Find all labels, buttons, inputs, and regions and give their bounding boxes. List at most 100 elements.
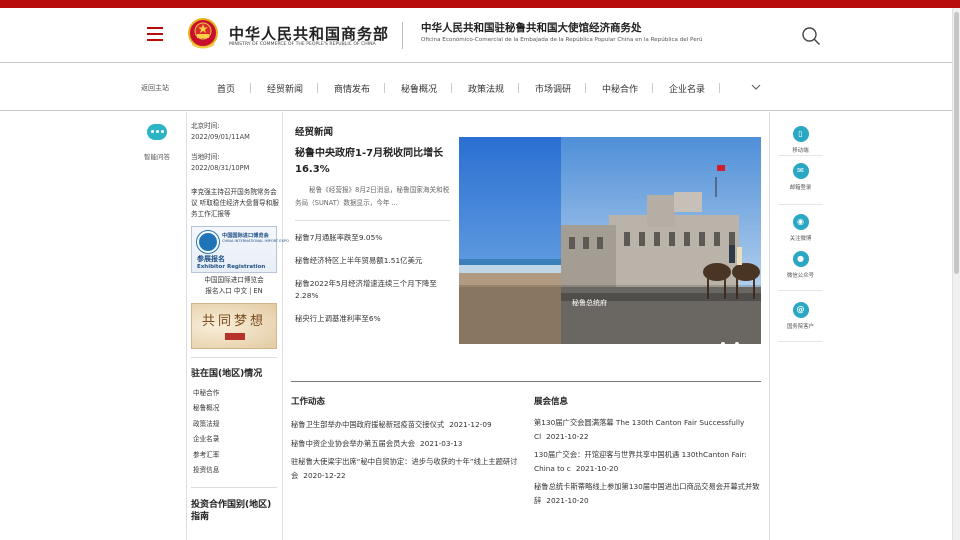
scrollbar-thumb[interactable] bbox=[954, 12, 959, 274]
exhibition-item[interactable]: 第130届广交会圆满落幕 The 130th Canton Fair Succe… bbox=[534, 416, 760, 443]
share-wechat-label: 微信公众号 bbox=[787, 273, 814, 279]
country-link-policy[interactable]: 政策法规 bbox=[191, 417, 281, 432]
trade-news-heading[interactable]: 经贸新闻 bbox=[295, 124, 333, 138]
work-news-date: 2021-03-13 bbox=[420, 438, 463, 448]
carousel-photo bbox=[459, 137, 761, 344]
mail-icon[interactable]: ✉ bbox=[792, 163, 809, 179]
nav-item-trade-news[interactable]: 经贸新闻 bbox=[267, 82, 303, 95]
ciie-caption-line1: 中国国际进口博览会 bbox=[204, 276, 264, 284]
work-news-item[interactable]: 秘鲁卫生部举办中国政府援秘新冠疫苗交接仪式 2021-12-09 bbox=[291, 418, 519, 432]
ciie-signup-en: Exhibitor Registration bbox=[197, 264, 266, 270]
news-item[interactable]: 秘鲁经济特区上半年贸易额1.51亿美元 bbox=[295, 255, 453, 267]
common-dream-title: 共同梦想 bbox=[202, 314, 267, 329]
nav-item-market-research[interactable]: 市场调研 bbox=[535, 82, 571, 95]
red-seal-icon bbox=[225, 333, 245, 340]
carousel-caption: 秘鲁总统府 bbox=[572, 299, 607, 307]
share-mail[interactable]: ✉ 邮箱登录 bbox=[778, 163, 823, 205]
chat-bubble-icon[interactable] bbox=[147, 124, 167, 140]
carousel-pager bbox=[721, 333, 761, 344]
ciie-zh-link[interactable]: 中文 bbox=[234, 287, 247, 295]
exhibition-item[interactable]: 130届广交会：开馆迎客与世界共享中国机遇 130thCanton Fair: … bbox=[534, 448, 760, 475]
news-item[interactable]: 秘央行上调基准利率至6% bbox=[295, 313, 453, 325]
share-state-council-label: 国务院客户 bbox=[787, 324, 814, 330]
nav-separator bbox=[250, 83, 251, 93]
investment-guide-title[interactable]: 投资合作国别(地区)指南 bbox=[191, 487, 277, 523]
chevron-down-icon[interactable] bbox=[750, 81, 762, 93]
lead-news-title[interactable]: 秘鲁中央政府1-7月税收同比增长16.3% bbox=[295, 146, 450, 178]
carousel-dot[interactable] bbox=[735, 341, 740, 344]
nav-back-to-main-site[interactable]: 返回主站 bbox=[141, 83, 169, 93]
work-news-title[interactable]: 工作动态 bbox=[291, 395, 325, 407]
ciie-entry-text: 报名入口 bbox=[205, 287, 232, 295]
nav-item-peru-overview[interactable]: 秘鲁概况 bbox=[401, 82, 437, 95]
share-weibo-label: 关注微博 bbox=[789, 236, 812, 242]
exhibition-info-title[interactable]: 展会信息 bbox=[534, 395, 568, 407]
nav-item-directory[interactable]: 企业名录 bbox=[669, 82, 705, 95]
top-red-bar bbox=[0, 0, 960, 8]
main-nav: 返回主站 首页 经贸新闻 商情发布 秘鲁概况 政策法规 市场调研 中秘合作 企业… bbox=[0, 63, 960, 111]
national-emblem-icon[interactable] bbox=[188, 18, 218, 50]
page-scrollbar[interactable] bbox=[952, 8, 960, 540]
news-item[interactable]: 秘鲁7月通胀率跌至9.05% bbox=[295, 232, 453, 244]
local-time-label: 当地时间: bbox=[191, 153, 220, 161]
exhibition-list: 第130届广交会圆满落幕 The 130th Canton Fair Succe… bbox=[534, 416, 760, 512]
common-dream-banner[interactable]: 共同梦想 bbox=[191, 303, 277, 349]
work-news-text: 秘鲁卫生部举办中国政府援秘新冠疫苗交接仪式 bbox=[291, 420, 445, 429]
weibo-icon[interactable]: ◉ bbox=[792, 214, 809, 230]
column-divider bbox=[282, 112, 283, 540]
country-link-overview[interactable]: 秘鲁概况 bbox=[191, 401, 281, 416]
column-divider bbox=[186, 112, 187, 540]
hamburger-menu-icon[interactable] bbox=[147, 27, 163, 41]
at-icon[interactable]: @ bbox=[792, 302, 809, 318]
work-news-text: 秘鲁中资企业协会举办第五届会员大会 bbox=[291, 438, 416, 448]
nav-item-business-info[interactable]: 商情发布 bbox=[334, 82, 370, 95]
carousel-dot[interactable] bbox=[721, 341, 725, 344]
section-divider bbox=[291, 381, 761, 382]
news-item[interactable]: 秘鲁2022年5月经济增速连续三个月下降至2.28% bbox=[295, 278, 453, 302]
smart-qa-tool[interactable]: 智能问答 bbox=[137, 124, 177, 161]
search-icon[interactable] bbox=[801, 26, 821, 46]
country-info-title: 驻在国(地区)情况 bbox=[191, 357, 277, 379]
work-news-list: 秘鲁卫生部举办中国政府援秘新冠疫苗交接仪式 2021-12-09 秘鲁中资企业协会… bbox=[291, 418, 519, 487]
smart-qa-label: 智能问答 bbox=[144, 153, 170, 161]
exhibition-date: 2021-10-20 bbox=[575, 463, 619, 473]
news-divider bbox=[295, 220, 450, 221]
share-weibo[interactable]: ◉ 关注微博 bbox=[778, 214, 823, 245]
nav-separator bbox=[451, 83, 452, 93]
work-news-item[interactable]: 驻秘鲁大使梁宇出席“秘中自贸协定：进步与收获的十年”线上主题研讨会 2020-12… bbox=[291, 455, 519, 482]
lead-news-summary: 秘鲁《经营报》8月2日消息，秘鲁国家海关和税务局（SUNAT）数据显示，今年 .… bbox=[295, 186, 450, 207]
country-link-cooperation[interactable]: 中秘合作 bbox=[191, 386, 281, 401]
news-list: 秘鲁7月通胀率跌至9.05% 秘鲁经济特区上半年贸易额1.51亿美元 秘鲁202… bbox=[295, 232, 453, 325]
ciie-registration-banner[interactable]: 中国国际进口博览会 CHINA INTERNATIONAL IMPORT EXP… bbox=[191, 226, 289, 273]
beijing-time-label: 北京时间: bbox=[191, 122, 220, 130]
exhibition-date: 2021-10-20 bbox=[546, 495, 589, 505]
work-news-date: 2020-12-22 bbox=[303, 470, 346, 480]
exhibition-item[interactable]: 秘鲁总统卡斯蒂略线上参加第130届中国进出口商品交易会开幕式并致辞 2021-10… bbox=[534, 480, 760, 507]
nav-separator bbox=[317, 83, 318, 93]
country-link-directory[interactable]: 企业名录 bbox=[191, 432, 281, 447]
mobile-icon[interactable]: ▯ bbox=[792, 126, 809, 142]
nav-item-home[interactable]: 首页 bbox=[217, 82, 235, 95]
work-news-item[interactable]: 秘鲁中资企业协会举办第五届会员大会 2021-03-13 bbox=[291, 437, 519, 451]
wechat-icon[interactable]: ● bbox=[792, 251, 809, 267]
ciie-signup-cn: 参展报名 bbox=[197, 255, 225, 263]
ciie-name-cn: 中国国际进口博览会 bbox=[222, 233, 269, 239]
ciie-en-link[interactable]: EN bbox=[253, 287, 262, 295]
photo-carousel[interactable]: 秘鲁总统府 bbox=[459, 137, 761, 344]
share-state-council[interactable]: @ 国务院客户 bbox=[778, 302, 823, 342]
office-name-cn: 中华人民共和国驻秘鲁共和国大使馆经济商务处 bbox=[421, 22, 642, 34]
country-link-investment[interactable]: 投资信息 bbox=[191, 463, 281, 478]
country-link-exchange-rate[interactable]: 参考汇率 bbox=[191, 448, 281, 463]
ciie-caption: 中国国际进口博览会 报名入口 中文 | EN bbox=[191, 275, 277, 297]
share-mobile[interactable]: ▯ 移动端 bbox=[778, 126, 823, 156]
ministry-name-cn[interactable]: 中华人民共和国商务部 bbox=[229, 23, 389, 44]
local-time-value: 2022/08/31/10PM bbox=[191, 164, 250, 172]
exhibition-date: 2021-10-22 bbox=[546, 431, 589, 441]
left-sidebar: 北京时间: 2022/09/01/11AM 当地时间: 2022/08/31/1… bbox=[191, 121, 289, 523]
office-name-es: Oficina Económico-Comercial de la Embaja… bbox=[421, 37, 703, 43]
share-wechat[interactable]: ● 微信公众号 bbox=[778, 251, 823, 291]
headline-link[interactable]: 李克强主持召开国务院常务会议 听取稳住经济大盘督导和服务工作汇报等 bbox=[191, 187, 281, 220]
header-divider bbox=[402, 22, 403, 49]
nav-item-policy[interactable]: 政策法规 bbox=[468, 82, 504, 95]
nav-item-cooperation[interactable]: 中秘合作 bbox=[602, 82, 638, 95]
